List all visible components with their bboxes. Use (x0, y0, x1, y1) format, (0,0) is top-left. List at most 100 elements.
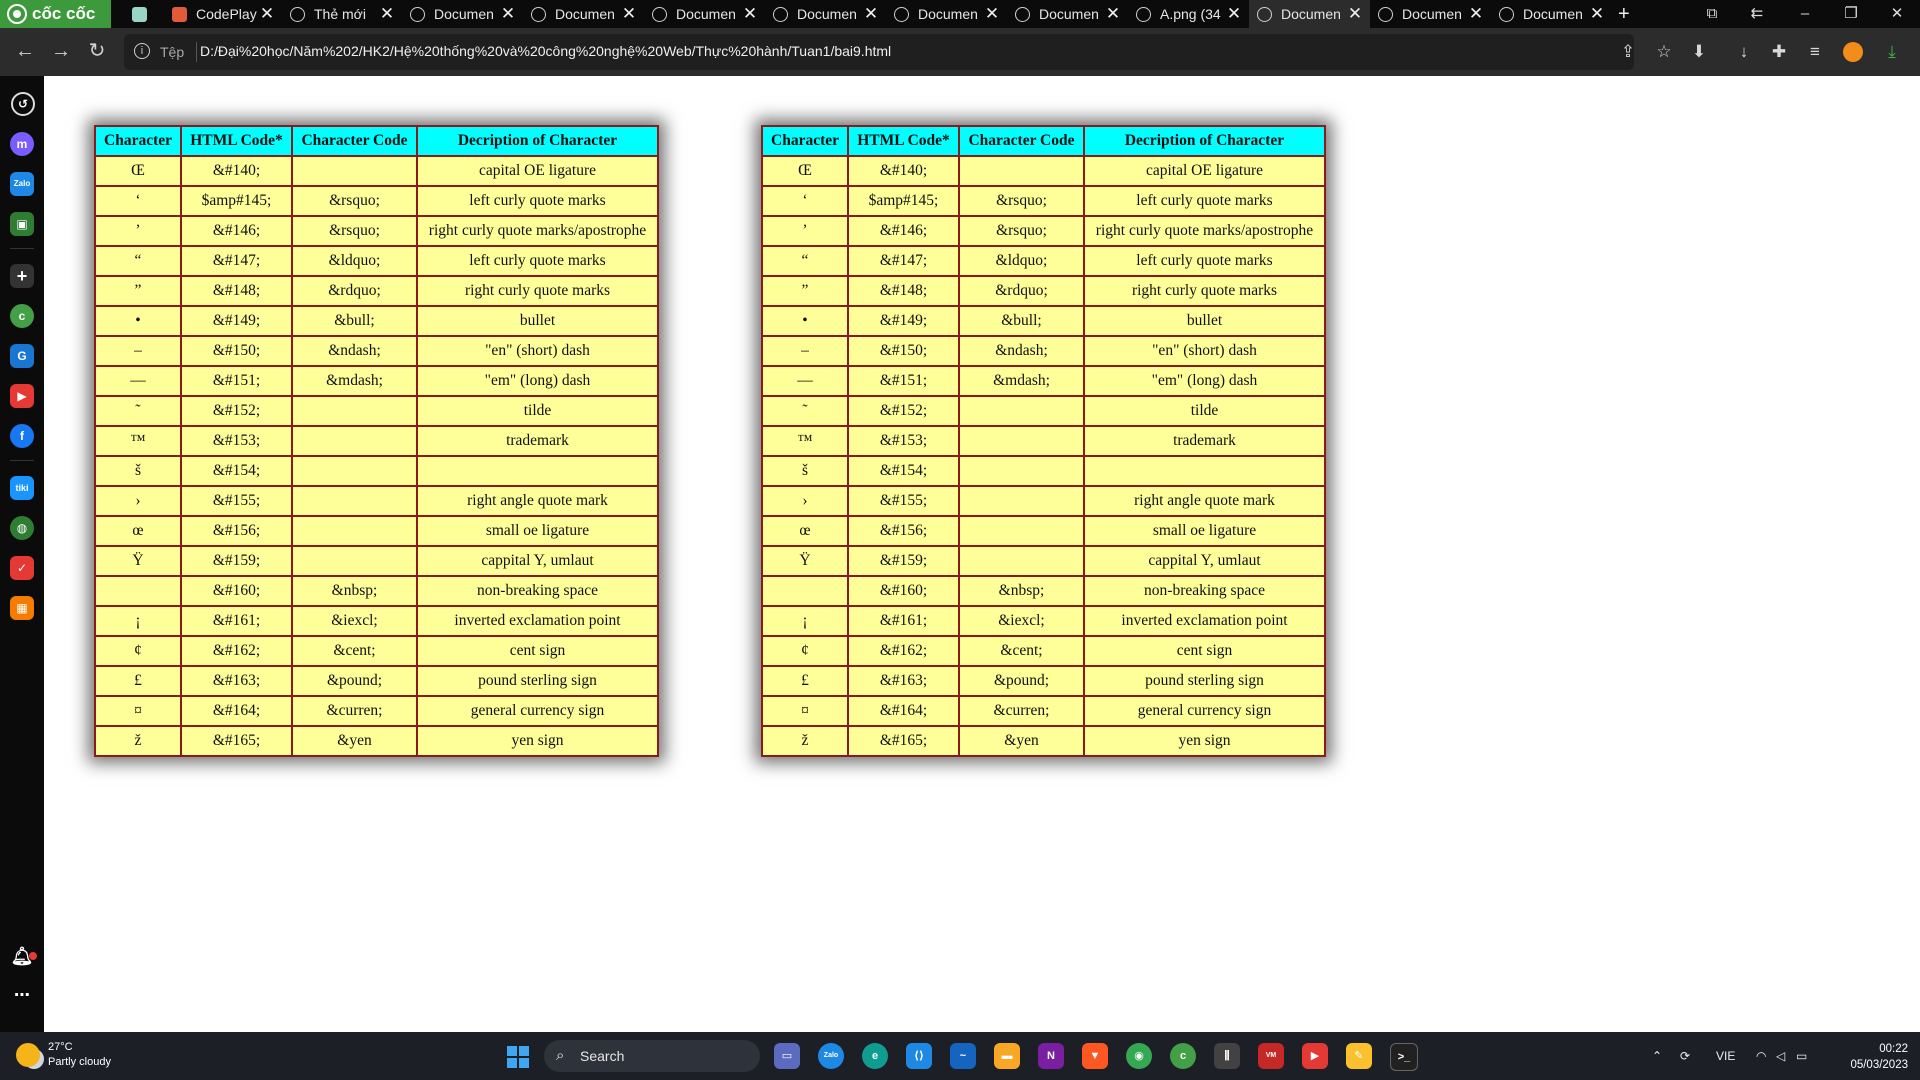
reading-list-icon[interactable]: ≡ (1805, 42, 1825, 62)
task-view-icon[interactable]: ▭ (774, 1043, 800, 1069)
globe-icon (1378, 6, 1393, 22)
html-code-cell: &#162; (180, 635, 293, 667)
downloads-icon[interactable]: ⤓ (1882, 42, 1902, 62)
minimize-button[interactable]: – (1790, 0, 1820, 28)
table-row: ˜ &#152; tilde (761, 395, 1326, 427)
tab-search-icon[interactable]: ⧉ (1697, 0, 1727, 28)
translate-icon[interactable]: G (10, 344, 34, 368)
character-code-cell: &nbsp; (958, 575, 1085, 607)
tiki-icon[interactable]: tiki (10, 476, 34, 500)
checklist-icon[interactable]: ✓ (10, 556, 34, 580)
sync-icon[interactable]: ⟳ (1680, 1049, 1690, 1063)
back-arrows-icon[interactable]: ⇇ (1742, 0, 1772, 28)
shopping-icon[interactable]: ▦ (10, 596, 34, 620)
tab-8[interactable]: Documen ✕ (1007, 0, 1128, 28)
site-info-icon[interactable]: i (134, 43, 150, 59)
extensions-icon[interactable]: ✚ (1769, 42, 1789, 62)
address-bar[interactable]: i Tệp D:/Đại%20học/Năm%202/HK2/Hệ%20thốn… (124, 34, 1634, 70)
back-button[interactable]: ← (12, 38, 38, 64)
coccoc-menu-button[interactable]: cốc cốc (0, 0, 111, 28)
mixer-icon[interactable]: ⫼ (1214, 1043, 1240, 1069)
volume-icon[interactable]: ◁ (1776, 1049, 1785, 1063)
tab-2[interactable]: Thẻ mới ✕ (282, 0, 402, 28)
table-row: ” &#148; &rdquo; right curly quote marks (761, 275, 1326, 307)
zalo-taskbar-icon[interactable]: Zalo (818, 1043, 844, 1069)
reload-button[interactable]: ↻ (84, 38, 110, 64)
youtube-icon[interactable]: ▶ (10, 384, 34, 408)
whiteboard-icon[interactable]: ~ (950, 1043, 976, 1069)
tab-title: Documen (676, 6, 736, 22)
share-icon[interactable]: ⇪ (1618, 42, 1638, 62)
messenger-icon[interactable]: m (10, 132, 34, 156)
new-tab-button[interactable]: + (1618, 0, 1630, 28)
language-indicator[interactable]: VIE (1716, 1049, 1735, 1063)
tab-4[interactable]: Documen ✕ (523, 0, 644, 28)
voicemeeter-icon[interactable]: VM (1258, 1043, 1284, 1069)
tab-1[interactable]: CodePlay ✕ (164, 0, 282, 28)
brave-icon[interactable]: ▼ (1082, 1043, 1108, 1069)
facebook-icon[interactable]: f (10, 424, 34, 448)
description-cell (1083, 455, 1326, 487)
sticky-icon[interactable]: ✎ (1346, 1043, 1372, 1069)
tab-close-icon[interactable]: ✕ (1346, 4, 1364, 24)
tab-6[interactable]: Documen ✕ (765, 0, 886, 28)
tab-0[interactable] (124, 0, 164, 28)
chrome-icon[interactable]: ◉ (1126, 1043, 1152, 1069)
coccoc-extension-icon[interactable]: c (10, 304, 34, 328)
profile-avatar[interactable] (1843, 42, 1863, 62)
description-cell: small oe ligature (1083, 515, 1326, 547)
tab-close-icon[interactable]: ✕ (983, 4, 1001, 24)
tab-close-icon[interactable]: ✕ (258, 4, 276, 24)
table-row: “&#147; &ldquo; left curly quote marks (761, 245, 1326, 277)
character-cell: ¤ (94, 695, 182, 727)
address-url[interactable]: D:/Đại%20học/Năm%202/HK2/Hệ%20thống%20và… (200, 43, 891, 59)
zalo-icon[interactable]: Zalo (10, 172, 34, 196)
html-code-cell: &#153; (847, 425, 960, 457)
onenote-icon[interactable]: N (1038, 1043, 1064, 1069)
add-app-icon[interactable]: + (10, 264, 34, 288)
tab-close-icon[interactable]: ✕ (378, 4, 396, 24)
weather-widget[interactable]: 27°C Partly cloudy (16, 1040, 111, 1070)
tab-12[interactable]: Documen ✕ (1491, 0, 1612, 28)
sidebar-separator (10, 460, 34, 461)
forward-button[interactable]: → (48, 38, 74, 64)
windows-start-icon[interactable] (507, 1046, 529, 1068)
tab-close-icon[interactable]: ✕ (499, 4, 517, 24)
character-cell: ™ (94, 425, 182, 457)
character-cell: Œ (761, 155, 849, 187)
show-hidden-icons[interactable]: ⌃ (1652, 1049, 1662, 1063)
window-close-button[interactable]: ✕ (1882, 0, 1912, 28)
tab-10[interactable]: Documen ✕ (1249, 0, 1370, 28)
tab-close-icon[interactable]: ✕ (741, 4, 759, 24)
tab-close-icon[interactable]: ✕ (1588, 4, 1606, 24)
edge-icon[interactable]: e (862, 1043, 888, 1069)
wifi-icon[interactable]: ◠ (1756, 1049, 1766, 1063)
globe-icon[interactable]: ◍ (10, 516, 34, 540)
system-clock[interactable]: 00:22 05/03/2023 (1836, 1041, 1908, 1073)
description-cell: bullet (416, 305, 659, 337)
tab-9[interactable]: A.png (34 ✕ (1128, 0, 1249, 28)
more-options-icon[interactable]: ⋯ (10, 984, 34, 1008)
tab-close-icon[interactable]: ✕ (862, 4, 880, 24)
taskbar-search[interactable]: ⌕ Search (544, 1040, 760, 1072)
down-arrow-icon[interactable]: ↓ (1734, 42, 1754, 62)
tab-close-icon[interactable]: ✕ (1104, 4, 1122, 24)
file-explorer-icon[interactable]: ▬ (994, 1043, 1020, 1069)
vscode-icon[interactable]: ⟨⟩ (906, 1043, 932, 1069)
battery-icon[interactable]: ▭ (1796, 1049, 1807, 1063)
tab-close-icon[interactable]: ✕ (1467, 4, 1485, 24)
tab-7[interactable]: Documen ✕ (886, 0, 1007, 28)
youtube-taskbar-icon[interactable]: ▶ (1302, 1043, 1328, 1069)
tab-close-icon[interactable]: ✕ (1225, 4, 1243, 24)
history-icon[interactable]: ↺ (11, 92, 35, 116)
game-icon[interactable]: ▣ (10, 212, 34, 236)
bookmark-star-icon[interactable]: ☆ (1654, 42, 1674, 62)
tab-close-icon[interactable]: ✕ (620, 4, 638, 24)
tab-11[interactable]: Documen ✕ (1370, 0, 1491, 28)
terminal-icon[interactable]: >_ (1390, 1043, 1418, 1071)
coccoc-taskbar-icon[interactable]: c (1170, 1043, 1196, 1069)
restore-button[interactable]: ❐ (1836, 0, 1866, 28)
tab-3[interactable]: Documen ✕ (402, 0, 523, 28)
tab-5[interactable]: Documen ✕ (644, 0, 765, 28)
savior-download-icon[interactable]: ⬇ (1689, 42, 1709, 62)
